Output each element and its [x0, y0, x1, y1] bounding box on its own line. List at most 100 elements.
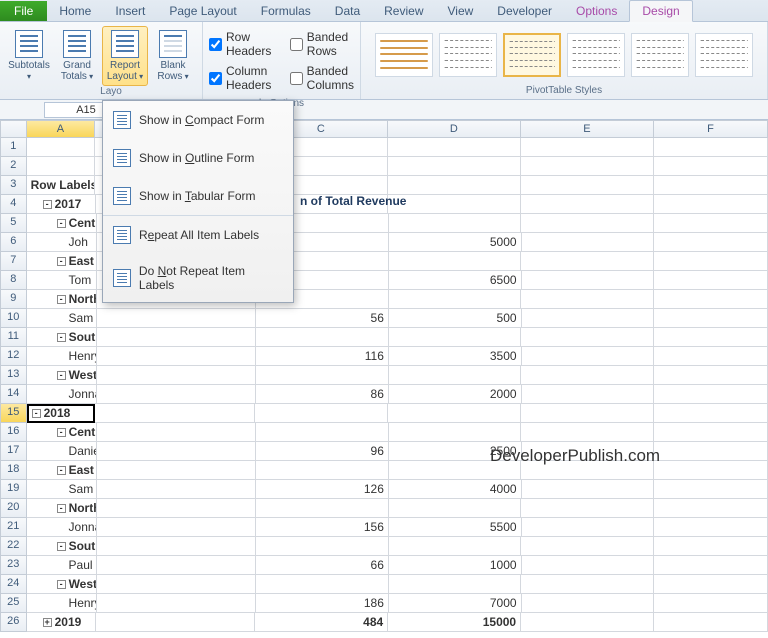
cell-e[interactable]: [521, 214, 654, 233]
collapse-icon[interactable]: -: [57, 542, 66, 551]
row-header[interactable]: 26: [0, 613, 27, 632]
collapse-icon[interactable]: -: [57, 333, 66, 342]
collapse-icon[interactable]: -: [57, 428, 66, 437]
cell-d[interactable]: [389, 499, 522, 518]
row-header[interactable]: 15: [0, 404, 27, 423]
cell-f[interactable]: [654, 157, 768, 176]
banded-columns-checkbox[interactable]: Banded Columns: [290, 64, 354, 92]
cell-f[interactable]: [654, 328, 768, 347]
select-all-corner[interactable]: [0, 120, 27, 138]
cell-e[interactable]: [522, 385, 655, 404]
cell-e[interactable]: [521, 252, 654, 271]
col-header-e[interactable]: E: [521, 120, 654, 138]
menu-repeat-labels[interactable]: Repeat All Item Labels: [103, 216, 293, 254]
cell-f[interactable]: [654, 138, 768, 157]
row-header[interactable]: 24: [0, 575, 27, 594]
cell-f[interactable]: [654, 290, 768, 309]
row-header[interactable]: 23: [0, 556, 27, 575]
cell-e[interactable]: [521, 404, 654, 423]
cell-a[interactable]: -2017: [27, 195, 96, 214]
cell-f[interactable]: [654, 309, 768, 328]
cell-a[interactable]: -West: [27, 575, 97, 594]
cell-c[interactable]: 56: [256, 309, 389, 328]
style-swatch[interactable]: [567, 33, 625, 77]
report-layout-button[interactable]: ReportLayout: [102, 26, 148, 86]
cell-d[interactable]: [389, 575, 522, 594]
row-header[interactable]: 16: [0, 423, 27, 442]
collapse-icon[interactable]: -: [57, 466, 66, 475]
cell-f[interactable]: [654, 252, 768, 271]
cell-d[interactable]: [388, 404, 521, 423]
cell-d[interactable]: [389, 366, 522, 385]
cell-a[interactable]: Jonnas: [27, 518, 98, 537]
collapse-icon[interactable]: -: [57, 580, 66, 589]
cell-e[interactable]: [521, 423, 654, 442]
cell-f[interactable]: [654, 404, 768, 423]
row-header[interactable]: 1: [0, 138, 27, 157]
tab-page-layout[interactable]: Page Layout: [157, 1, 248, 21]
cell-d[interactable]: 3500: [389, 347, 522, 366]
cell-a[interactable]: Henry: [27, 594, 98, 613]
tab-home[interactable]: Home: [47, 1, 103, 21]
cell-d[interactable]: 1000: [389, 556, 522, 575]
cell-f[interactable]: [654, 537, 768, 556]
cell-a[interactable]: -North: [27, 290, 97, 309]
style-swatch[interactable]: [695, 33, 753, 77]
cell-a[interactable]: -South: [27, 328, 97, 347]
collapse-icon[interactable]: -: [32, 409, 41, 418]
row-header[interactable]: 8: [0, 271, 27, 290]
row-header[interactable]: 4: [0, 195, 27, 214]
cell-c[interactable]: [256, 328, 389, 347]
tab-insert[interactable]: Insert: [103, 1, 157, 21]
cell-f[interactable]: [654, 575, 768, 594]
cell-d[interactable]: [388, 138, 521, 157]
cell-e[interactable]: [521, 290, 654, 309]
cell-e[interactable]: [521, 575, 654, 594]
cell-f[interactable]: [654, 176, 768, 195]
cell-d[interactable]: [389, 214, 522, 233]
style-swatch[interactable]: [439, 33, 497, 77]
row-header[interactable]: 9: [0, 290, 27, 309]
cell-e[interactable]: [522, 309, 655, 328]
banded-rows-checkbox[interactable]: Banded Rows: [290, 30, 354, 58]
cell-a[interactable]: Sam: [27, 309, 98, 328]
cell-e[interactable]: [521, 328, 654, 347]
menu-show-compact[interactable]: Show in Compact Form: [103, 101, 293, 139]
cell-a[interactable]: -East: [27, 252, 97, 271]
cell-a[interactable]: Tom: [27, 271, 98, 290]
cell-a[interactable]: +2019: [27, 613, 96, 632]
collapse-icon[interactable]: -: [57, 504, 66, 513]
cell-e[interactable]: [522, 233, 655, 252]
cell-d[interactable]: 6500: [389, 271, 522, 290]
cell-d[interactable]: 5000: [389, 233, 522, 252]
row-header[interactable]: 7: [0, 252, 27, 271]
col-header-d[interactable]: D: [388, 120, 521, 138]
cell-d[interactable]: 7000: [389, 594, 522, 613]
cell-f[interactable]: [654, 366, 768, 385]
cell-f[interactable]: [654, 461, 768, 480]
cell-e[interactable]: [521, 537, 654, 556]
cell-c[interactable]: [256, 423, 389, 442]
cell-d[interactable]: 5500: [389, 518, 522, 537]
style-gallery[interactable]: [367, 24, 761, 85]
row-header[interactable]: 20: [0, 499, 27, 518]
cell-d[interactable]: 4000: [389, 480, 522, 499]
tab-design[interactable]: Design: [629, 0, 692, 22]
cell-e[interactable]: [521, 613, 654, 632]
tab-view[interactable]: View: [436, 1, 486, 21]
cell-d[interactable]: [389, 423, 522, 442]
row-header[interactable]: 2: [0, 157, 27, 176]
cell-f[interactable]: [654, 385, 768, 404]
collapse-icon[interactable]: -: [57, 257, 66, 266]
cell-a[interactable]: -2018: [27, 404, 96, 423]
cell-c[interactable]: [256, 575, 389, 594]
row-header[interactable]: 10: [0, 309, 27, 328]
cell-a[interactable]: Henry: [27, 347, 98, 366]
cell-c[interactable]: 484: [255, 613, 388, 632]
cell-f[interactable]: [654, 499, 768, 518]
cell-c[interactable]: 86: [256, 385, 389, 404]
row-header[interactable]: 5: [0, 214, 27, 233]
cell-d[interactable]: 2000: [389, 385, 522, 404]
tab-review[interactable]: Review: [372, 1, 435, 21]
cell-c[interactable]: [256, 537, 389, 556]
